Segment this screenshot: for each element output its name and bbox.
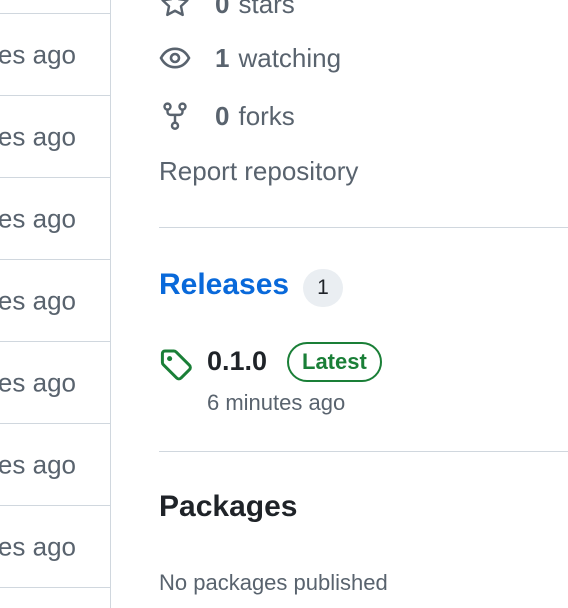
file-last-updated: es ago (0, 203, 76, 233)
file-row[interactable]: es ago (0, 506, 110, 588)
forks-count: 0 (215, 100, 230, 131)
file-row[interactable]: es ago (0, 260, 110, 342)
watchers-link[interactable]: 1 watching (159, 38, 341, 78)
file-last-updated: es ago (0, 367, 76, 397)
latest-release-item[interactable]: 0.1.0 Latest 6 minutes ago (159, 340, 568, 420)
file-row[interactable]: es ago (0, 424, 110, 506)
releases-heading-link[interactable]: Releases (159, 268, 289, 302)
release-version: 0.1.0 (207, 346, 268, 376)
watchers-label: watching (238, 42, 342, 73)
repo-forked-icon (159, 100, 191, 132)
releases-count-badge: 1 (303, 269, 343, 307)
file-last-updated: es ago (0, 285, 76, 315)
report-repository-link[interactable]: Report repository (159, 156, 358, 187)
file-row[interactable]: es ago (0, 0, 110, 14)
file-last-updated: es ago (0, 449, 76, 479)
file-last-updated: es ago (0, 39, 76, 69)
file-row[interactable]: es ago (0, 178, 110, 260)
forks-link[interactable]: 0 forks (159, 96, 295, 136)
packages-heading: Packages (159, 490, 298, 523)
file-row[interactable]: es ago (0, 342, 110, 424)
release-time: 6 minutes ago (207, 390, 346, 415)
file-list: es ago es ago es ago es ago es ago es ag… (0, 0, 111, 608)
watchers-count: 1 (215, 42, 230, 73)
section-divider (159, 451, 568, 452)
latest-badge: Latest (287, 342, 382, 382)
eye-icon (159, 42, 191, 74)
forks-label: forks (238, 100, 295, 131)
repo-sidebar: 0 stars 1 watching 0 forks Report reposi… (159, 0, 568, 608)
file-row[interactable]: es ago (0, 14, 110, 96)
file-last-updated: es ago (0, 121, 76, 151)
no-packages-text: No packages published (159, 570, 388, 595)
file-last-updated: es ago (0, 531, 76, 561)
section-divider (159, 227, 568, 228)
file-row[interactable]: es ago (0, 96, 110, 178)
stars-link[interactable]: 0 stars (159, 0, 295, 24)
tag-icon (159, 348, 193, 382)
stars-label: stars (238, 0, 295, 19)
stars-count: 0 (215, 0, 230, 19)
repository-page: es ago es ago es ago es ago es ago es ag… (0, 0, 568, 608)
star-icon (159, 0, 191, 20)
